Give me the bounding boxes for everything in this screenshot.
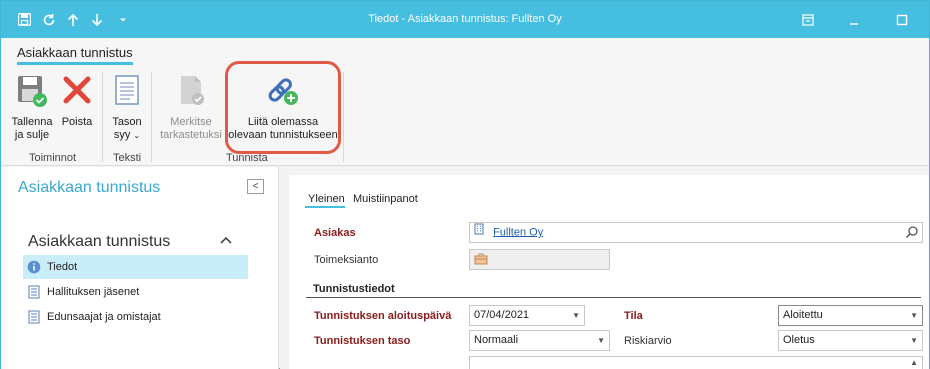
building-icon bbox=[474, 223, 484, 242]
dropdown-arrow-icon[interactable]: ▼ bbox=[597, 331, 605, 350]
ribbon-separator bbox=[343, 72, 344, 162]
section-divider bbox=[306, 297, 921, 298]
ribbon-separator bbox=[102, 72, 103, 162]
maximize-icon[interactable] bbox=[894, 1, 910, 38]
delete-button[interactable]: Poista bbox=[59, 74, 95, 129]
nav-item-hallituksen-jasenet[interactable]: Hallituksen jäsenet bbox=[23, 280, 248, 304]
customer-label: Asiakas bbox=[314, 227, 356, 239]
document-lines-icon bbox=[107, 74, 147, 112]
chevron-down-icon: ⌄ bbox=[133, 131, 141, 140]
restore-layout-icon[interactable] bbox=[800, 1, 816, 38]
list-doc-icon bbox=[27, 285, 41, 299]
window-title: Tiedot - Asiakkaan tunnistus: Fullten Oy bbox=[368, 13, 562, 25]
dropdown-arrow-icon[interactable]: ▼ bbox=[910, 331, 918, 350]
save-and-close-button[interactable]: Tallenna ja sulje bbox=[7, 74, 57, 142]
state-select[interactable]: Aloitettu ▼ bbox=[778, 305, 923, 326]
tab-active-indicator bbox=[305, 206, 345, 208]
title-bar: Tiedot - Asiakkaan tunnistus: Fullten Oy bbox=[1, 1, 929, 38]
minimize-icon[interactable] bbox=[846, 1, 862, 38]
customer-field[interactable]: Fullten Oy bbox=[469, 222, 923, 243]
state-label: Tila bbox=[624, 310, 643, 322]
level-select[interactable]: Normaali ▼ bbox=[469, 330, 610, 351]
chevron-up-icon[interactable] bbox=[220, 231, 232, 247]
ribbon-tab[interactable]: Asiakkaan tunnistus bbox=[17, 45, 133, 60]
tab-muistiinpanot[interactable]: Muistiinpanot bbox=[353, 193, 418, 205]
ribbon-tab-underline bbox=[17, 62, 133, 65]
search-icon[interactable] bbox=[905, 225, 919, 246]
level-reason-button[interactable]: Tason syy ⌄ bbox=[107, 74, 147, 142]
highlight-annotation bbox=[225, 61, 341, 154]
level-label: Tunnistuksen taso bbox=[314, 335, 411, 347]
risk-label: Riskiarvio bbox=[624, 335, 672, 347]
app-window: Tiedot - Asiakkaan tunnistus: Fullten Oy… bbox=[0, 0, 930, 369]
list-doc-icon bbox=[27, 310, 41, 324]
group-label-actions: Toiminnot bbox=[29, 152, 77, 164]
assignment-label: Toimeksianto bbox=[314, 254, 379, 266]
customer-link[interactable]: Fullten Oy bbox=[493, 226, 543, 238]
info-icon bbox=[27, 260, 41, 274]
ribbon: Asiakkaan tunnistus Tallenna ja sulje Po… bbox=[1, 38, 929, 166]
collapse-pane-button[interactable]: < bbox=[247, 179, 264, 194]
document-check-icon bbox=[157, 74, 225, 112]
mark-checked-button[interactable]: Merkitse tarkastetuksi bbox=[157, 74, 225, 142]
left-pane-title: Asiakkaan tunnistus bbox=[18, 179, 161, 196]
briefcase-icon bbox=[474, 253, 488, 272]
red-x-icon bbox=[59, 74, 95, 112]
ribbon-separator bbox=[151, 72, 152, 162]
section-title: Tunnistustiedot bbox=[313, 283, 395, 295]
tab-yleinen[interactable]: Yleinen bbox=[308, 193, 345, 205]
risk-select[interactable]: Oletus ▼ bbox=[778, 330, 923, 351]
save-check-icon bbox=[7, 74, 57, 112]
start-date-field[interactable]: 07/04/2021 ▼ bbox=[469, 305, 585, 326]
group-label-text: Teksti bbox=[113, 152, 142, 164]
dropdown-arrow-icon[interactable]: ▼ bbox=[910, 306, 918, 325]
dropdown-arrow-icon[interactable]: ▲ bbox=[910, 353, 918, 369]
left-navigation: Asiakkaan tunnistus < Asiakkaan tunnistu… bbox=[1, 167, 279, 369]
start-date-label: Tunnistuksen aloituspäivä bbox=[314, 310, 452, 322]
nav-item-edunsaajat[interactable]: Edunsaajat ja omistajat bbox=[23, 305, 248, 329]
nav-item-tiedot[interactable]: Tiedot bbox=[23, 255, 248, 279]
nav-section-title[interactable]: Asiakkaan tunnistus bbox=[28, 233, 170, 251]
next-field-partial[interactable]: ▲ bbox=[469, 356, 923, 369]
dropdown-arrow-icon[interactable]: ▼ bbox=[572, 306, 580, 325]
assignment-field[interactable] bbox=[469, 249, 610, 270]
